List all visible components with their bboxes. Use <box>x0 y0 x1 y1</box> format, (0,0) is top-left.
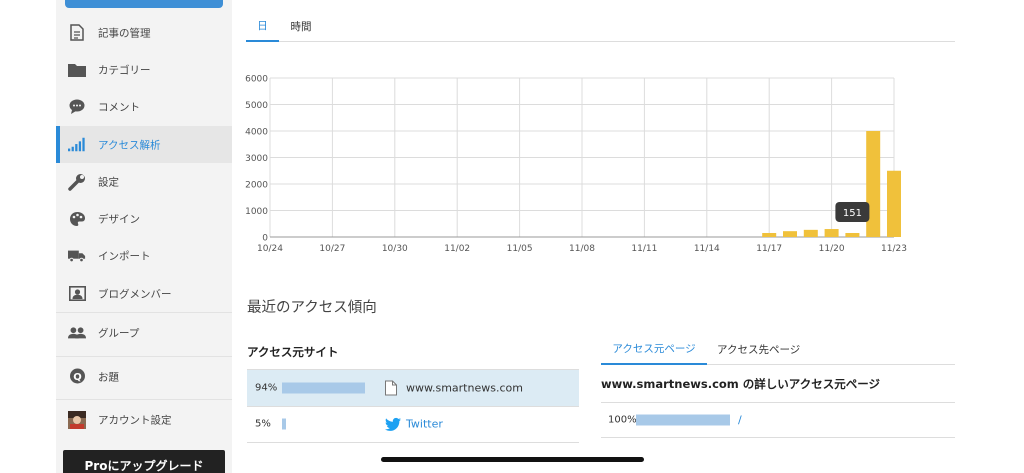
sidebar-item-label: コメント <box>98 101 140 113</box>
x-tick-label: 11/14 <box>694 244 720 254</box>
sidebar-item-label: デザイン <box>98 213 140 225</box>
source-site-name: Twitter <box>406 417 443 431</box>
sidebar-item-articles[interactable]: 記事の管理 <box>56 14 232 51</box>
wrench-icon <box>68 173 86 191</box>
question-icon: Q <box>68 368 86 386</box>
sidebar-item-categories[interactable]: カテゴリー <box>56 51 232 88</box>
tab-referrer-pages[interactable]: アクセス元ページ <box>601 333 707 365</box>
access-chart-svg: 0 1000 2000 3000 4000 5000 6000 10/24 10/27 10/30… <box>245 75 907 255</box>
detail-title: www.smartnews.com の詳しいアクセス元ページ <box>601 377 880 391</box>
x-tick-label: 10/27 <box>319 244 345 254</box>
x-tick-label: 10/30 <box>382 244 408 254</box>
x-tick-label: 11/05 <box>507 244 533 254</box>
source-percent: 5% <box>255 418 271 430</box>
source-sites-title: アクセス元サイト <box>247 345 339 359</box>
source-percent: 94% <box>255 382 278 394</box>
sidebar-item-import[interactable]: インポート <box>56 237 232 274</box>
y-tick-label: 0 <box>262 234 268 244</box>
detail-page-link[interactable]: / <box>738 414 742 427</box>
sidebar-item-label: 設定 <box>98 176 119 188</box>
sidebar-item-odai[interactable]: Q お題 <box>56 358 232 395</box>
sidebar-item-label: お題 <box>98 371 119 383</box>
data-bar <box>762 232 777 237</box>
y-tick-label: 2000 <box>245 181 268 191</box>
sidebar-item-design[interactable]: デザイン <box>56 200 232 237</box>
sidebar-divider <box>56 312 232 313</box>
page-tabs: アクセス元ページ アクセス先ページ <box>601 333 955 365</box>
sidebar-divider <box>56 399 232 400</box>
y-tick-label: 6000 <box>245 75 268 85</box>
sidebar-item-label: アカウント設定 <box>98 414 172 426</box>
sidebar-item-label: グループ <box>98 327 140 339</box>
sidebar-item-analytics[interactable]: アクセス解析 <box>56 126 232 163</box>
truck-icon <box>68 247 86 265</box>
sidebar-item-label: 記事の管理 <box>98 27 151 39</box>
tab-day[interactable]: 日 <box>246 10 279 42</box>
x-tick-label: 11/11 <box>631 244 657 254</box>
detail-percent: 100% <box>608 414 637 426</box>
data-bar <box>824 229 839 237</box>
document-icon <box>68 24 86 42</box>
x-tick-label: 11/20 <box>819 244 845 254</box>
tooltip-value: 151 <box>843 208 862 219</box>
detail-row: 100% / <box>601 403 955 438</box>
source-row[interactable]: 5% Twitter <box>247 406 579 443</box>
source-row[interactable]: 94% www.smartnews.com <box>247 370 579 407</box>
trend-title: 最近のアクセス傾向 <box>247 300 377 316</box>
source-site-name: www.smartnews.com <box>406 381 523 395</box>
data-bar <box>845 232 860 237</box>
sidebar-divider <box>56 356 232 357</box>
twitter-bird-icon <box>385 417 401 432</box>
data-bar <box>866 131 881 237</box>
sidebar-item-label: アクセス解析 <box>98 139 161 151</box>
page: 記事の管理 カテゴリー コメント アクセス解析 設定 デザイン インポート ブロ… <box>0 0 1024 473</box>
source-percent-bar <box>282 418 287 430</box>
x-tick-label: 10/24 <box>257 244 283 254</box>
signal-bars-icon <box>68 136 86 154</box>
sidebar-item-comments[interactable]: コメント <box>56 88 232 125</box>
data-bar <box>803 229 818 237</box>
home-indicator <box>381 457 644 462</box>
access-chart: 0 1000 2000 3000 4000 5000 6000 10/24 10/27 10/30… <box>240 60 920 265</box>
x-tick-label: 11/08 <box>569 244 595 254</box>
sidebar-top-button[interactable] <box>65 0 223 8</box>
sidebar-item-label: ブログメンバー <box>98 288 172 300</box>
page-icon <box>385 380 399 396</box>
sidebar-item-settings[interactable]: 設定 <box>56 163 232 200</box>
tab-hour[interactable]: 時間 <box>284 10 318 42</box>
member-card-icon <box>68 285 86 303</box>
tab-destination-pages[interactable]: アクセス先ページ <box>717 333 800 365</box>
y-tick-label: 3000 <box>245 154 268 164</box>
x-tick-label: 11/23 <box>881 244 907 254</box>
group-icon <box>68 324 86 342</box>
palette-icon <box>68 210 86 228</box>
folder-icon <box>68 61 86 79</box>
data-bar <box>783 231 797 237</box>
period-tabs: 日 時間 <box>246 10 955 42</box>
avatar-icon <box>68 410 86 429</box>
source-percent-bar <box>282 382 365 394</box>
data-bar <box>887 170 901 237</box>
x-tick-label: 11/17 <box>756 244 782 254</box>
x-tick-label: 11/02 <box>444 244 470 254</box>
sidebar-item-groups[interactable]: グループ <box>56 314 232 351</box>
sidebar-item-members[interactable]: ブログメンバー <box>56 275 232 312</box>
comment-icon <box>68 98 86 116</box>
sidebar-item-label: インポート <box>98 250 151 262</box>
pro-upgrade-button[interactable]: Proにアップグレード <box>63 450 225 473</box>
y-tick-label: 5000 <box>245 101 268 111</box>
svg-text:Q: Q <box>73 372 82 383</box>
sidebar-item-label: カテゴリー <box>98 64 151 76</box>
detail-percent-bar <box>636 414 730 426</box>
y-tick-label: 1000 <box>245 207 268 217</box>
sidebar-item-account[interactable]: アカウント設定 <box>56 401 232 438</box>
y-tick-label: 4000 <box>245 128 268 138</box>
